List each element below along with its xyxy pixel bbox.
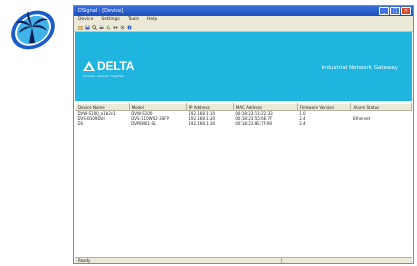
menu-device[interactable]: Device [78, 16, 93, 23]
window-title: DSignal - [Device] [78, 8, 124, 14]
column-header-alarm-status[interactable]: Alarm Status [350, 103, 412, 111]
delta-logo: DELTA [83, 59, 134, 73]
status-bar: Ready [75, 257, 412, 263]
column-header-device-name[interactable]: Device Name [75, 103, 130, 111]
cell-firmware: 2.4 [299, 121, 306, 126]
cell-device-name: DS [77, 121, 84, 126]
save-icon[interactable] [85, 25, 90, 30]
minimize-button[interactable]: _ [379, 7, 389, 15]
table-header-row: Device Name Model IP Address MAC Address… [75, 103, 412, 111]
column-header-model[interactable]: Model [128, 103, 187, 111]
banner-title: Industrial Network Gateway [321, 65, 398, 71]
column-header-mac-address[interactable]: MAC Address [232, 103, 298, 111]
cell-ip-address: 192.168.1.30 [188, 121, 216, 126]
status-text: Ready [78, 258, 91, 263]
cell-alarm-status [351, 121, 412, 126]
toolbar [74, 23, 413, 32]
menu-bar: Device Settings Tools Help [74, 16, 413, 23]
cell-model: DVPEN01-SL [131, 121, 157, 126]
logo-text: DELTA [97, 59, 135, 73]
refresh-icon[interactable] [106, 24, 111, 30]
delta-configuration-icon[interactable] [7, 5, 59, 55]
info-icon[interactable] [127, 25, 132, 30]
delta-triangle-icon [83, 61, 95, 71]
print-icon[interactable] [99, 24, 104, 30]
desktop: DSignal - [Device] _ □ × Device Settings… [0, 0, 417, 266]
status-panel [281, 258, 412, 263]
connect-icon[interactable] [113, 25, 118, 30]
column-header-firmware[interactable]: Firmware Version [296, 103, 352, 111]
logo-tagline: Smarter. Greener. Together. [83, 74, 125, 78]
table-row[interactable]: DS DVPEN01-SL 192.168.1.30 00:18:23:8E:7… [76, 121, 412, 126]
column-header-ip-address[interactable]: IP Address [185, 103, 234, 111]
title-bar[interactable]: DSignal - [Device] _ □ × [74, 6, 413, 16]
device-table: Device Name Model IP Address MAC Address… [75, 103, 412, 126]
app-window: DSignal - [Device] _ □ × Device Settings… [73, 5, 414, 264]
delta-banner: DELTA Smarter. Greener. Together. Indust… [75, 32, 412, 101]
cell-mac-address: 00:18:23:8E:7F:90 [235, 121, 273, 126]
window-controls: _ □ × [379, 7, 411, 15]
maximize-button[interactable]: □ [390, 7, 400, 15]
menu-help[interactable]: Help [147, 16, 157, 23]
settings-icon[interactable] [120, 24, 125, 30]
menu-settings[interactable]: Settings [101, 16, 119, 23]
open-icon[interactable] [78, 25, 83, 30]
search-icon[interactable] [92, 24, 97, 30]
menu-tools[interactable]: Tools [128, 16, 139, 23]
close-button[interactable]: × [401, 7, 411, 15]
device-list: Device Name Model IP Address MAC Address… [75, 103, 412, 263]
